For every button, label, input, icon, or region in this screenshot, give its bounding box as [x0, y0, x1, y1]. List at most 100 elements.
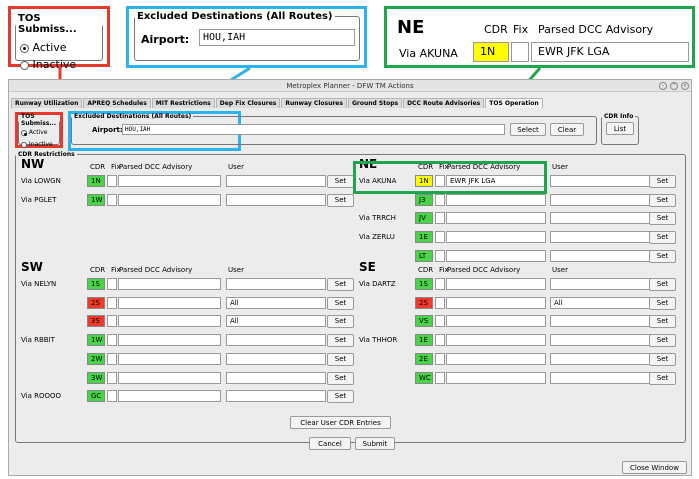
sw-cdr-code[interactable]: 3W: [87, 371, 105, 384]
se-cdr-code[interactable]: 1E: [415, 334, 433, 347]
se-fix-field[interactable]: [435, 352, 445, 365]
tab-tos-operation[interactable]: TOS Operation: [485, 98, 543, 108]
sw-fix-field[interactable]: [107, 371, 117, 384]
nw-advisory-field[interactable]: [118, 193, 221, 206]
sw-user-field[interactable]: [226, 334, 326, 347]
se-advisory-field[interactable]: [446, 278, 546, 290]
ne-fix-field[interactable]: [435, 193, 445, 206]
sw-advisory-field[interactable]: [118, 352, 221, 365]
sw-advisory-field[interactable]: [118, 390, 221, 403]
nw-advisory-field[interactable]: [118, 175, 221, 187]
se-cdr-code[interactable]: WC: [415, 371, 433, 384]
ne-set-button[interactable]: Set: [649, 231, 676, 245]
sw-cdr-code[interactable]: 2S: [87, 296, 105, 309]
nw-set-button[interactable]: Set: [327, 175, 354, 188]
se-set-button[interactable]: Set: [649, 352, 676, 366]
ne-fix-field[interactable]: [435, 212, 445, 225]
se-fix-field[interactable]: [435, 278, 445, 290]
sw-set-button[interactable]: Set: [327, 390, 354, 404]
sw-fix-field[interactable]: [107, 352, 117, 365]
ne-advisory-field[interactable]: [446, 212, 546, 225]
ne-fix-field[interactable]: [435, 249, 445, 262]
ne-user-field[interactable]: [550, 231, 660, 244]
se-cdr-code[interactable]: 1S: [415, 278, 433, 290]
se-user-field[interactable]: [550, 352, 660, 365]
sw-set-button[interactable]: Set: [327, 352, 354, 366]
ne-user-field[interactable]: [550, 193, 660, 206]
sw-set-button[interactable]: Set: [327, 315, 354, 329]
list-button[interactable]: List: [606, 122, 634, 135]
submit-button[interactable]: Submit: [355, 437, 395, 450]
close-icon[interactable]: ×: [681, 82, 689, 90]
sw-user-field[interactable]: [226, 352, 326, 365]
sw-set-button[interactable]: Set: [327, 296, 354, 310]
clear-button[interactable]: Clear: [550, 123, 584, 136]
sw-fix-field[interactable]: [107, 390, 117, 403]
sw-user-field[interactable]: All: [226, 296, 326, 309]
nw-fix-field[interactable]: [107, 193, 117, 206]
select-button[interactable]: Select: [510, 123, 546, 136]
sw-user-field[interactable]: [226, 371, 326, 384]
ne-user-field[interactable]: [550, 249, 660, 262]
sw-advisory-field[interactable]: [118, 371, 221, 384]
se-advisory-field[interactable]: [446, 352, 546, 365]
close-window-button[interactable]: Close Window: [622, 461, 687, 474]
sw-user-field[interactable]: [226, 390, 326, 403]
nw-user-field[interactable]: [226, 193, 326, 206]
sw-cdr-code[interactable]: 3S: [87, 315, 105, 328]
ne-user-field[interactable]: [550, 175, 660, 187]
ne-set-button[interactable]: Set: [649, 175, 676, 188]
sw-fix-field[interactable]: [107, 334, 117, 347]
sw-cdr-code[interactable]: 2W: [87, 352, 105, 365]
se-set-button[interactable]: Set: [649, 371, 676, 385]
tos-active-radio[interactable]: Active: [21, 129, 47, 136]
nw-cdr-code[interactable]: 1W: [87, 193, 105, 206]
sw-fix-field[interactable]: [107, 315, 117, 328]
se-set-button[interactable]: Set: [649, 296, 676, 310]
se-advisory-field[interactable]: [446, 371, 546, 384]
sw-user-field[interactable]: All: [226, 315, 326, 328]
cancel-button[interactable]: Cancel: [309, 437, 351, 450]
nw-fix-field[interactable]: [107, 175, 117, 187]
tos-inactive-radio[interactable]: Inactive: [21, 141, 53, 148]
sw-cdr-code[interactable]: GC: [87, 390, 105, 403]
nw-cdr-code[interactable]: 1N: [87, 175, 105, 187]
ne-advisory-field[interactable]: [446, 231, 546, 244]
tab-ground-stops[interactable]: Ground Stops: [347, 98, 403, 108]
sw-cdr-code[interactable]: 1S: [87, 278, 105, 290]
sw-set-button[interactable]: Set: [327, 334, 354, 348]
se-user-field[interactable]: [550, 334, 660, 347]
se-cdr-code[interactable]: 2S: [415, 296, 433, 309]
airport-input[interactable]: HOU,IAH: [122, 124, 505, 135]
se-fix-field[interactable]: [435, 334, 445, 347]
se-user-field[interactable]: [550, 371, 660, 384]
se-user-field[interactable]: [550, 315, 660, 328]
se-set-button[interactable]: Set: [649, 315, 676, 329]
sw-advisory-field[interactable]: [118, 315, 221, 328]
ne-advisory-field[interactable]: [446, 249, 546, 262]
sw-advisory-field[interactable]: [118, 296, 221, 309]
clear-user-cdr-entries-button[interactable]: Clear User CDR Entries: [290, 416, 391, 429]
sw-cdr-code[interactable]: 1W: [87, 334, 105, 347]
ne-cdr-code[interactable]: 1E: [415, 231, 433, 244]
sw-user-field[interactable]: [226, 278, 326, 290]
se-advisory-field[interactable]: [446, 334, 546, 347]
sw-advisory-field[interactable]: [118, 334, 221, 347]
tab-mit-restrictions[interactable]: MIT Restrictions: [151, 98, 215, 108]
tab-dep-fix-closures[interactable]: Dep Fix Closures: [215, 98, 281, 108]
maximize-icon[interactable]: ^: [670, 82, 678, 90]
tab-runway-utilization[interactable]: Runway Utilization: [11, 98, 83, 108]
tab-runway-closures[interactable]: Runway Closures: [281, 98, 347, 108]
se-user-field[interactable]: [550, 278, 660, 290]
se-cdr-code[interactable]: 2E: [415, 352, 433, 365]
se-cdr-code[interactable]: VS: [415, 315, 433, 328]
ne-set-button[interactable]: Set: [649, 193, 676, 207]
ne-set-button[interactable]: Set: [649, 249, 676, 263]
ne-user-field[interactable]: [550, 212, 660, 225]
tab-apreq-schedules[interactable]: APREQ Schedules: [83, 98, 151, 108]
se-advisory-field[interactable]: [446, 315, 546, 328]
sw-fix-field[interactable]: [107, 278, 117, 290]
se-fix-field[interactable]: [435, 296, 445, 309]
sw-set-button[interactable]: Set: [327, 278, 354, 291]
nw-user-field[interactable]: [226, 175, 326, 187]
